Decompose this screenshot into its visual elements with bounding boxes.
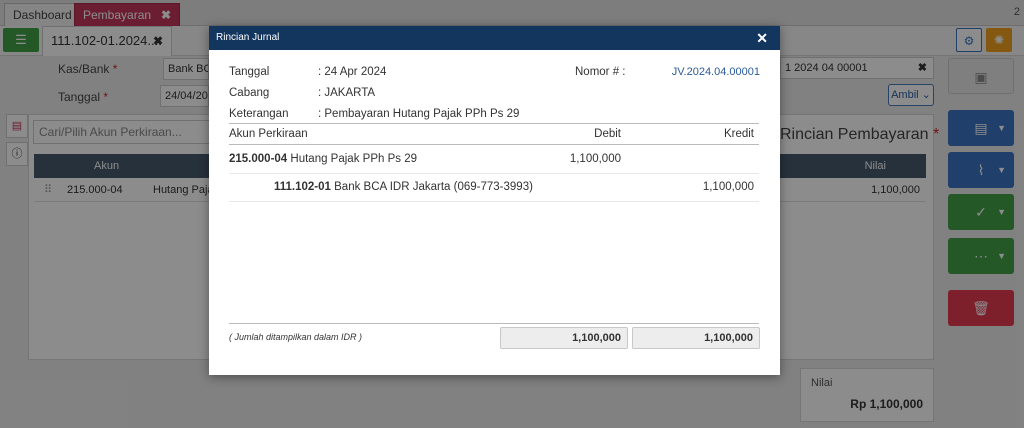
keterangan-label: Keterangan bbox=[229, 108, 289, 120]
col-kredit: Kredit bbox=[723, 128, 754, 140]
modal-title: Rincian Jurnal bbox=[216, 32, 280, 43]
tanggal-value: : 24 Apr 2024 bbox=[318, 66, 387, 78]
account-code: 215.000-04 bbox=[229, 153, 288, 165]
cabang-label: Cabang bbox=[229, 87, 270, 99]
modal-header: Rincian Jurnal ✕ bbox=[209, 26, 780, 50]
close-icon[interactable]: ✕ bbox=[756, 26, 768, 50]
kredit-value: 1,100,000 bbox=[702, 181, 754, 193]
cabang-value: : JAKARTA bbox=[318, 87, 376, 99]
tanggal-label: Tanggal bbox=[229, 66, 270, 78]
col-debit: Debit bbox=[594, 128, 621, 140]
currency-note: ( Jumlah ditampilkan dalam IDR ) bbox=[229, 332, 363, 342]
account-code: 111.102-01 bbox=[274, 181, 331, 193]
footer-divider bbox=[229, 323, 759, 324]
col-akun-perkiraan: Akun Perkiraan bbox=[229, 128, 308, 140]
rincian-jurnal-modal: Rincian Jurnal ✕ Tanggal : 24 Apr 2024 C… bbox=[209, 26, 780, 375]
total-debit: 1,100,000 bbox=[500, 327, 628, 349]
account-name: Bank BCA IDR Jakarta (069-773-3993) bbox=[334, 181, 533, 193]
keterangan-value: : Pembayaran Hutang Pajak PPh Ps 29 bbox=[318, 108, 520, 120]
journal-row: 111.102-01 Bank BCA IDR Jakarta (069-773… bbox=[229, 174, 759, 202]
nomor-value[interactable]: JV.2024.04.00001 bbox=[672, 66, 760, 78]
total-kredit: 1,100,000 bbox=[632, 327, 760, 349]
nomor-label: Nomor # : bbox=[575, 66, 626, 78]
account-name: Hutang Pajak PPh Ps 29 bbox=[290, 153, 417, 165]
journal-row: 215.000-04 Hutang Pajak PPh Ps 29 1,100,… bbox=[229, 146, 759, 174]
debit-value: 1,100,000 bbox=[569, 153, 621, 165]
journal-table-header: Akun Perkiraan Debit Kredit bbox=[229, 123, 759, 145]
